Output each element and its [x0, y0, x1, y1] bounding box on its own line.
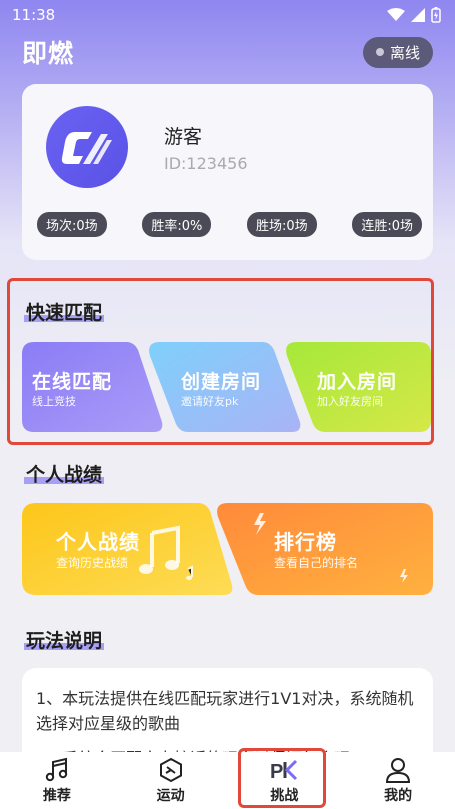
connection-status-label: 离线 [389, 43, 420, 62]
nav-item-recommend[interactable]: 推荐 [12, 757, 102, 805]
profile-card: 游客 ID:123456 场次:0场 胜率:0% 胜场:0场 连胜:0场 [22, 84, 433, 260]
stat-win-streak: 连胜:0场 [352, 212, 422, 237]
online-match-button[interactable]: 在线匹配 线上竞技 [22, 342, 164, 432]
user-id: ID:123456 [164, 154, 248, 173]
status-time: 11:38 [12, 6, 56, 24]
user-icon [386, 757, 411, 783]
online-match-label: 在线匹配 [32, 371, 113, 393]
app-header: 即燃 离线 [0, 30, 455, 74]
app-title: 即燃 [22, 39, 75, 68]
leaderboard-label: 排行榜 [274, 530, 337, 554]
stat-wins: 胜场:0场 [247, 212, 317, 237]
join-room-label: 加入房间 [317, 371, 398, 393]
personal-record-button[interactable]: 个人战绩 查询历史战绩 [22, 503, 234, 595]
status-bar: 11:38 [0, 0, 455, 30]
quick-match-title: 快速匹配 [24, 302, 105, 324]
leaderboard-button[interactable]: 排行榜 查看自己的排名 [214, 503, 433, 595]
online-match-sub: 线上竞技 [32, 395, 76, 408]
stat-matches: 场次:0场 [37, 212, 107, 237]
create-room-sub: 邀请好友pk [181, 395, 239, 408]
nav-item-mine[interactable]: 我的 [353, 757, 443, 805]
bottom-nav: 推荐 运动 P 挑战 我的 [0, 752, 455, 809]
battery-icon [431, 7, 441, 23]
nav-label-sport: 运动 [156, 787, 185, 804]
personal-record-sub: 查询历史战绩 [56, 556, 129, 570]
connection-status-badge[interactable]: 离线 [362, 36, 433, 68]
music-note-icon [45, 757, 68, 781]
app-logo-icon [61, 132, 112, 164]
username: 游客 [164, 126, 203, 148]
avatar[interactable] [46, 106, 128, 188]
rule-line-1: 1、本玩法提供在线匹配玩家进行1V1对决，系统随机选择对应星级的歌曲 [36, 689, 414, 733]
nav-item-sport[interactable]: 运动 [126, 757, 216, 805]
leaderboard-sub: 查看自己的排名 [274, 556, 359, 570]
status-dot-icon [375, 48, 384, 56]
sport-icon [159, 757, 182, 782]
challenge-tab-highlight [238, 748, 326, 808]
create-room-label: 创建房间 [181, 371, 262, 393]
create-room-button[interactable]: 创建房间 邀请好友pk [146, 342, 302, 432]
nav-label-mine: 我的 [384, 787, 413, 804]
rules-section-title: 玩法说明 [24, 630, 105, 652]
stats-row: 场次:0场 胜率:0% 胜场:0场 连胜:0场 [37, 212, 422, 237]
personal-record-label: 个人战绩 [56, 530, 140, 554]
status-icons [387, 7, 441, 23]
join-room-button[interactable]: 加入房间 加入好友房间 [283, 342, 431, 432]
cellular-icon [411, 8, 425, 22]
wifi-icon [387, 8, 405, 21]
record-section-title: 个人战绩 [24, 464, 105, 486]
nav-label-recommend: 推荐 [42, 787, 71, 804]
join-room-sub: 加入好友房间 [317, 395, 383, 408]
stat-win-rate: 胜率:0% [142, 212, 212, 237]
